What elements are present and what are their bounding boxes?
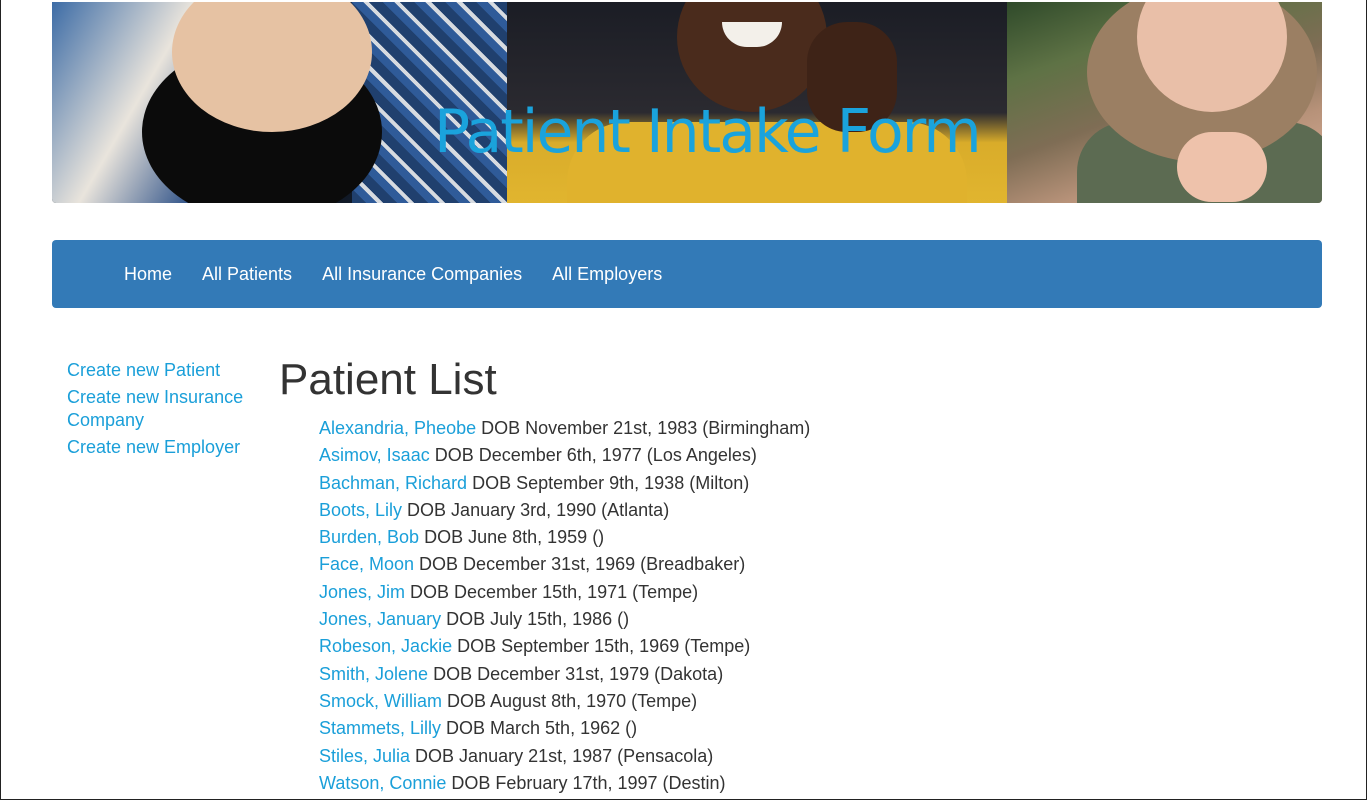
patient-info: DOB September 9th, 1938 (Milton) [467,472,750,493]
list-item: Stammets, Lilly DOB March 5th, 1962 () [319,715,1179,742]
list-item: Stiles, Julia DOB January 21st, 1987 (Pe… [319,743,1179,770]
patient-info: DOB February 17th, 1997 (Destin) [446,772,726,793]
patient-info: DOB November 21st, 1983 (Birmingham) [476,418,811,438]
patient-name-link[interactable]: Burden, Bob [319,527,419,547]
banner-title: Patient Intake Form [434,97,982,167]
patient-name-link[interactable]: Asimov, Isaac [319,445,430,465]
patient-info: DOB August 8th, 1970 (Tempe) [442,690,698,711]
list-item: Bachman, Richard DOB September 9th, 1938… [319,470,1179,497]
list-item: Boots, Lily DOB January 3rd, 1990 (Atlan… [319,497,1179,524]
patient-info: DOB June 8th, 1959 () [419,527,605,548]
list-item: Alexandria, Pheobe DOB November 21st, 19… [319,415,1179,442]
patient-name-link[interactable]: Face, Moon [319,554,414,574]
patient-name-link[interactable]: Watson, Connie [319,773,446,793]
patient-info: DOB January 3rd, 1990 (Atlanta) [402,499,670,520]
list-item: Robeson, Jackie DOB September 15th, 1969… [319,633,1179,660]
patient-name-link[interactable]: Bachman, Richard [319,473,467,493]
header-banner: Patient Intake Form [52,2,1322,203]
patient-list: Alexandria, Pheobe DOB November 21st, 19… [279,415,1179,797]
list-item: Jones, January DOB July 15th, 1986 () [319,606,1179,633]
patient-name-link[interactable]: Alexandria, Pheobe [319,418,476,438]
patient-info: DOB January 21st, 1987 (Pensacola) [410,745,714,766]
patient-info: DOB December 6th, 1977 (Los Angeles) [429,445,757,466]
main-navbar: Home All Patients All Insurance Companie… [52,240,1322,308]
list-item: Smith, Jolene DOB December 31st, 1979 (D… [319,661,1179,688]
patient-info: DOB December 15th, 1971 (Tempe) [405,581,699,602]
create-new-insurance-company-link[interactable]: Create new Insurance Company [67,386,247,432]
main-content: Patient List Alexandria, Pheobe DOB Nove… [279,354,1179,797]
create-new-employer-link[interactable]: Create new Employer [67,436,247,459]
list-item: Burden, Bob DOB June 8th, 1959 () [319,524,1179,551]
nav-home[interactable]: Home [109,240,187,308]
patient-info: DOB December 31st, 1969 (Breadbaker) [414,554,746,575]
patient-name-link[interactable]: Stammets, Lilly [319,718,441,738]
banner-photo-child [1007,2,1322,203]
create-new-patient-link[interactable]: Create new Patient [67,359,247,382]
list-item: Jones, Jim DOB December 15th, 1971 (Temp… [319,579,1179,606]
patient-name-link[interactable]: Smock, William [319,691,442,711]
nav-all-insurance-companies[interactable]: All Insurance Companies [307,240,537,308]
patient-info: DOB March 5th, 1962 () [441,718,638,739]
patient-name-link[interactable]: Jones, Jim [319,582,405,602]
patient-info: DOB July 15th, 1986 () [441,609,630,630]
list-item: Watson, Connie DOB February 17th, 1997 (… [319,770,1179,797]
list-item: Smock, William DOB August 8th, 1970 (Tem… [319,688,1179,715]
page-title: Patient List [279,355,497,404]
list-item: Asimov, Isaac DOB December 6th, 1977 (Lo… [319,442,1179,469]
patient-name-link[interactable]: Robeson, Jackie [319,636,452,656]
nav-all-employers[interactable]: All Employers [537,240,677,308]
sidebar: Create new Patient Create new Insurance … [67,359,247,463]
patient-info: DOB December 31st, 1979 (Dakota) [428,663,724,684]
patient-name-link[interactable]: Boots, Lily [319,500,402,520]
nav-all-patients[interactable]: All Patients [187,240,307,308]
list-item: Face, Moon DOB December 31st, 1969 (Brea… [319,551,1179,578]
patient-info: DOB September 15th, 1969 (Tempe) [452,636,751,657]
patient-name-link[interactable]: Stiles, Julia [319,746,410,766]
patient-name-link[interactable]: Jones, January [319,609,441,629]
patient-name-link[interactable]: Smith, Jolene [319,664,428,684]
